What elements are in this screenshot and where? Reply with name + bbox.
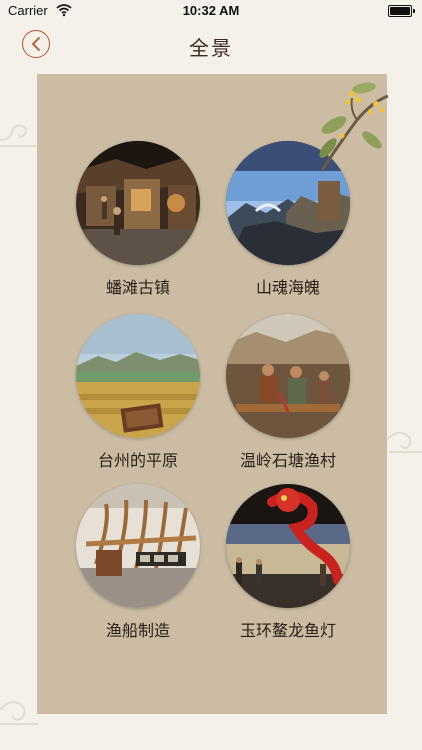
gallery-item-label: 温岭石塘渔村 (239, 451, 336, 470)
gallery-item-boat-building[interactable]: 渔船制造 (63, 484, 213, 644)
battery-icon (388, 5, 415, 17)
ancient-town-image (76, 141, 200, 265)
plains-image (76, 314, 200, 438)
boat-building-image (76, 484, 200, 608)
gallery-item-plains[interactable]: 台州的平原 (63, 314, 213, 474)
cloud-swirl-decoration (0, 124, 36, 147)
gallery-item-label: 渔船制造 (105, 621, 170, 640)
page-title: 全景 (189, 36, 233, 60)
gallery-item-fishing-village[interactable]: 温岭石塘渔村 (213, 314, 363, 474)
gallery-item-dragon-lantern[interactable]: 玉环鳌龙鱼灯 (213, 484, 363, 644)
gallery-item-ancient-town[interactable]: 蟠滩古镇 (63, 141, 213, 301)
gallery-item-label: 台州的平原 (97, 451, 178, 470)
osmanthus-branch-decoration (319, 82, 389, 171)
status-bar: Carrier 10:32 AM (0, 0, 422, 22)
gallery-item-label: 玉环鳌龙鱼灯 (239, 621, 336, 640)
fishing-village-image (226, 314, 350, 438)
gallery-item-label: 山魂海魄 (255, 278, 320, 297)
clock: 10:32 AM (182, 3, 240, 18)
cloud-swirl-decoration (0, 701, 38, 725)
gallery-item-label: 蟠滩古镇 (105, 278, 170, 297)
dragon-lantern-image (226, 484, 350, 608)
cloud-swirl-decoration (387, 431, 422, 453)
